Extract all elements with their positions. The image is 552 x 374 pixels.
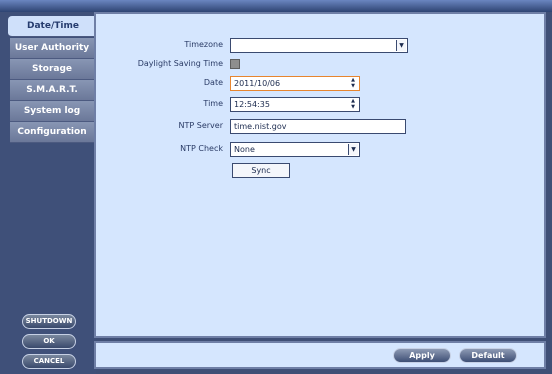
tab-system-log[interactable]: System log — [10, 101, 94, 122]
tab-configuration[interactable]: Configuration — [10, 122, 94, 143]
timezone-select[interactable]: ▼ — [230, 38, 408, 53]
ntp-server-input[interactable]: time.nist.gov — [230, 119, 406, 134]
footer-bar: Apply Default — [94, 341, 546, 369]
ok-button[interactable]: OK — [22, 334, 76, 349]
ntp-server-label: NTP Server — [178, 121, 223, 130]
tab-storage[interactable]: Storage — [10, 59, 94, 80]
apply-button[interactable]: Apply — [393, 348, 451, 363]
chevron-down-icon[interactable]: ▼ — [396, 40, 406, 51]
daylight-saving-label: Daylight Saving Time — [137, 59, 223, 68]
daylight-saving-checkbox[interactable] — [230, 59, 240, 69]
up-down-arrow-icon[interactable]: ▲ ▼ — [349, 77, 357, 90]
timezone-label: Timezone — [184, 40, 223, 49]
default-button[interactable]: Default — [459, 348, 517, 363]
date-label: Date — [203, 78, 223, 87]
sync-button[interactable]: Sync — [232, 163, 290, 178]
time-value: 12:54:35 — [234, 100, 270, 109]
settings-panel: Timezone ▼ Daylight Saving Time Date 201… — [94, 12, 546, 338]
chevron-down-icon[interactable]: ▼ — [348, 144, 358, 155]
tab-smart[interactable]: S.M.A.R.T. — [10, 80, 94, 101]
time-field[interactable]: 12:54:35 ▲ ▼ — [230, 97, 360, 112]
title-strip — [0, 0, 552, 12]
ntp-check-value: None — [234, 145, 255, 154]
ntp-check-select[interactable]: None ▼ — [230, 142, 360, 157]
time-label: Time — [203, 99, 223, 108]
date-value: 2011/10/06 — [234, 79, 281, 88]
ntp-server-value: time.nist.gov — [234, 122, 287, 131]
date-field[interactable]: 2011/10/06 ▲ ▼ — [230, 76, 360, 91]
ntp-check-label: NTP Check — [180, 144, 223, 153]
up-down-arrow-icon[interactable]: ▲ ▼ — [349, 98, 357, 111]
sidebar: Date/Time User Authority Storage S.M.A.R… — [0, 12, 98, 374]
shutdown-button[interactable]: SHUTDOWN — [22, 314, 76, 329]
tab-date-time[interactable]: Date/Time — [8, 16, 98, 37]
tab-user-authority[interactable]: User Authority — [10, 38, 94, 59]
cancel-button[interactable]: CANCEL — [22, 354, 76, 369]
